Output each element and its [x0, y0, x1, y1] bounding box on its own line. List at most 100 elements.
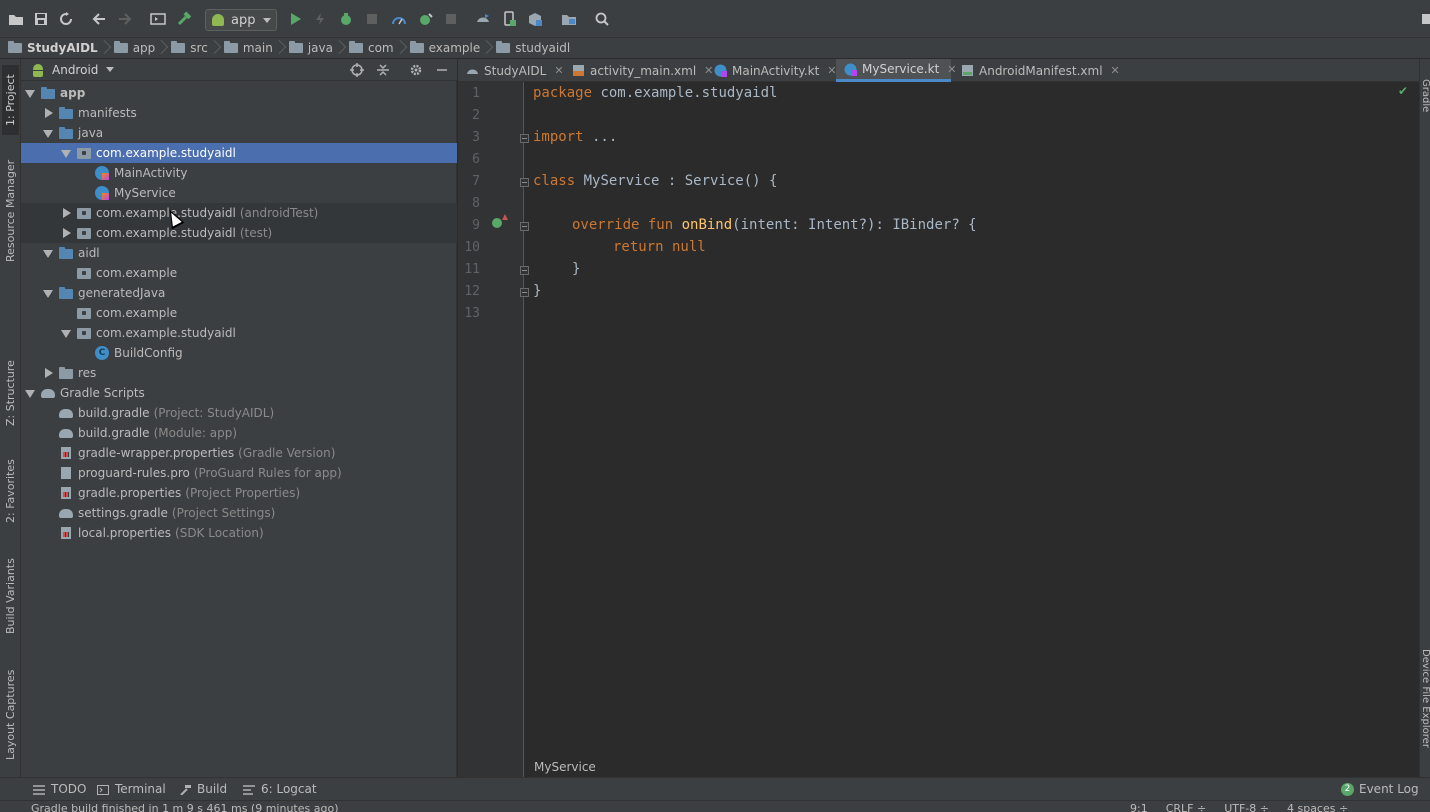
close-icon[interactable]: ✕ [554, 64, 563, 77]
run-configuration-dropdown[interactable]: app [205, 9, 277, 31]
tab-androidmanifest-xml[interactable]: AndroidManifest.xml ✕ [953, 59, 1120, 82]
attach-debugger-icon[interactable] [363, 10, 381, 28]
sdk-manager-icon[interactable] [526, 10, 544, 28]
caret-position[interactable]: 9:1 [1130, 802, 1148, 812]
chevron-down-icon[interactable] [43, 128, 53, 138]
breadcrumb-item-java[interactable]: java [288, 38, 349, 59]
breadcrumb-item-main[interactable]: main [223, 38, 289, 59]
sync-icon[interactable] [57, 10, 75, 28]
line-separator[interactable]: CRLF ÷ [1166, 802, 1207, 812]
tree-node[interactable]: gradle.properties (Project Properties) [21, 483, 457, 503]
save-icon[interactable] [32, 10, 50, 28]
project-view-selector[interactable]: Android [31, 63, 115, 77]
debug-app-icon[interactable] [416, 10, 434, 28]
tool-tab-build-variants[interactable]: Build Variants [2, 551, 19, 641]
run-icon[interactable] [286, 10, 304, 28]
file-encoding[interactable]: UTF-8 ÷ [1224, 802, 1269, 812]
status-message[interactable]: Gradle build finished in 1 m 9 s 461 ms … [31, 802, 338, 812]
collapse-all-icon[interactable] [375, 62, 391, 78]
tree-node[interactable]: gradle-wrapper.properties (Gradle Version… [21, 443, 457, 463]
breadcrumb-item-src[interactable]: src [171, 38, 224, 59]
fold-toggle-icon[interactable] [520, 288, 529, 297]
tab-studyaidl[interactable]: StudyAIDL ✕ [458, 59, 564, 82]
tree-node[interactable]: com.example.studyaidl (test) [21, 223, 457, 243]
chevron-down-icon[interactable] [61, 328, 71, 338]
close-icon[interactable]: ✕ [1111, 64, 1120, 77]
tool-tab-favorites[interactable]: 2: Favorites [2, 453, 19, 529]
profile-icon[interactable] [390, 10, 408, 28]
forward-icon[interactable] [116, 10, 134, 28]
user-icon[interactable] [1418, 10, 1430, 28]
tree-node[interactable]: com.example [21, 303, 457, 323]
fold-toggle-icon[interactable] [520, 178, 529, 187]
avd-manager-icon[interactable] [500, 10, 518, 28]
breadcrumb-item-app[interactable]: app [113, 38, 172, 59]
override-method-icon[interactable] [492, 214, 508, 228]
fold-toggle-icon[interactable] [520, 222, 529, 231]
tab-activity-main-xml[interactable]: activity_main.xml ✕ [564, 59, 713, 82]
chevron-down-icon[interactable] [25, 88, 35, 98]
tool-tab-device-file-explorer[interactable]: Device File Explorer [1421, 649, 1430, 761]
tab-myservice-kt[interactable]: MyService.kt ✕ [836, 59, 957, 82]
tree-node[interactable]: com.example.studyaidl [21, 323, 457, 343]
search-icon[interactable] [593, 10, 611, 28]
tool-tab-event-log[interactable]: 2 Event Log [1341, 782, 1419, 796]
tree-node[interactable]: generatedJava [21, 283, 457, 303]
chevron-right-icon[interactable] [61, 228, 71, 238]
indent-setting[interactable]: 4 spaces ÷ [1287, 802, 1348, 812]
tree-node[interactable]: java [21, 123, 457, 143]
editor-gutter[interactable]: 1 2 3 6 7 8 9 10 11 12 13 [458, 82, 524, 777]
tree-node[interactable]: MyService [21, 183, 457, 203]
tree-node[interactable]: com.example [21, 263, 457, 283]
breadcrumb-item-com[interactable]: com [348, 38, 410, 59]
tool-tab-todo[interactable]: TODO [33, 782, 86, 796]
breadcrumb-item-project[interactable]: StudyAIDL [8, 38, 114, 59]
fold-toggle-icon[interactable] [520, 266, 529, 275]
chevron-down-icon[interactable] [25, 388, 35, 398]
tree-node[interactable]: build.gradle (Project: StudyAIDL) [21, 403, 457, 423]
editor-breadcrumb[interactable]: MyService [534, 760, 596, 774]
inspection-ok-icon[interactable]: ✔ [1398, 84, 1408, 98]
locate-file-icon[interactable] [349, 62, 365, 78]
chevron-down-icon[interactable] [61, 148, 71, 158]
tool-tab-layout-captures[interactable]: Layout Captures [2, 665, 19, 765]
gear-icon[interactable] [408, 62, 424, 78]
breadcrumb-item-studyaidl[interactable]: studyaidl [496, 38, 570, 59]
run-config-icon[interactable] [149, 10, 167, 28]
tree-node[interactable]: manifests [21, 103, 457, 123]
tree-node[interactable]: settings.gradle (Project Settings) [21, 503, 457, 523]
tree-node[interactable]: res [21, 363, 457, 383]
tool-tab-project[interactable]: 1: Project [2, 65, 19, 135]
chevron-right-icon[interactable] [43, 108, 53, 118]
chevron-right-icon[interactable] [61, 208, 71, 218]
tool-tab-build[interactable]: Build [179, 782, 227, 796]
project-structure-icon[interactable] [560, 10, 578, 28]
tab-mainactivity-kt[interactable]: MainActivity.kt ✕ [706, 59, 837, 82]
chevron-right-icon[interactable] [43, 368, 53, 378]
stop-icon[interactable] [442, 10, 460, 28]
make-hammer-icon[interactable] [175, 10, 193, 28]
tree-node[interactable]: BuildConfig [21, 343, 457, 363]
breadcrumb-item-example[interactable]: example [409, 38, 497, 59]
chevron-down-icon[interactable] [43, 288, 53, 298]
tree-node[interactable]: local.properties (SDK Location) [21, 523, 457, 543]
tree-node[interactable]: app [21, 83, 457, 103]
tree-node[interactable]: com.example.studyaidl (androidTest) [21, 203, 457, 223]
tree-node[interactable]: Gradle Scripts [21, 383, 457, 403]
open-icon[interactable] [7, 10, 25, 28]
code-editor[interactable]: 1 2 3 6 7 8 9 10 11 12 13 package com.ex… [458, 82, 1419, 777]
tool-tab-gradle[interactable]: Gradle [1421, 79, 1430, 123]
debug-icon[interactable] [337, 10, 355, 28]
back-icon[interactable] [90, 10, 108, 28]
hide-panel-icon[interactable] [434, 62, 450, 78]
tree-node[interactable]: build.gradle (Module: app) [21, 423, 457, 443]
tool-tab-resource-manager[interactable]: Resource Manager [2, 151, 19, 271]
apply-changes-icon[interactable] [311, 10, 329, 28]
gradle-sync-icon[interactable] [474, 10, 492, 28]
tree-node[interactable]: com.example.studyaidl [21, 143, 457, 163]
tool-tab-structure[interactable]: Z: Structure [2, 355, 19, 431]
tree-node[interactable]: proguard-rules.pro (ProGuard Rules for ap… [21, 463, 457, 483]
tree-node[interactable]: MainActivity [21, 163, 457, 183]
fold-toggle-icon[interactable] [520, 134, 529, 143]
tool-tab-terminal[interactable]: Terminal [97, 782, 166, 796]
